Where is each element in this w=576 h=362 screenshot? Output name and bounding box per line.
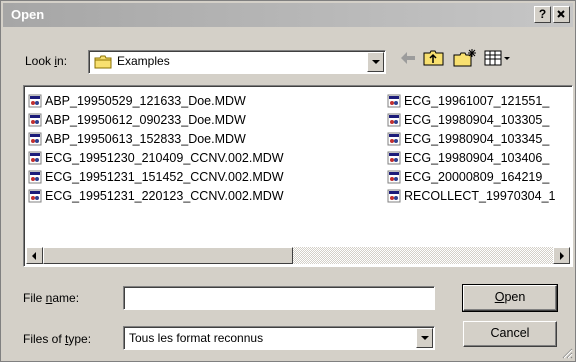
close-icon — [557, 10, 565, 18]
file-item[interactable]: RECOLLECT_19970304_1 — [387, 187, 571, 206]
file-icon — [387, 151, 401, 165]
chevron-down-icon — [372, 60, 380, 64]
file-icon — [387, 189, 401, 203]
help-button[interactable]: ? — [534, 6, 551, 23]
file-item[interactable]: ECG_19980904_103305_ — [387, 111, 571, 130]
file-icon — [28, 170, 42, 184]
file-icon — [387, 132, 401, 146]
file-icon — [28, 151, 42, 165]
files-of-type-label: Files of type: — [23, 332, 92, 346]
folder-icon — [94, 55, 112, 69]
file-item[interactable]: ECG_19961007_121551_ — [387, 92, 571, 111]
files-of-type-dropdown-button[interactable] — [416, 328, 433, 348]
file-name-input[interactable] — [123, 286, 435, 310]
file-icon — [28, 113, 42, 127]
view-menu-icon[interactable] — [484, 48, 512, 68]
file-icon — [387, 94, 401, 108]
up-folder-icon[interactable] — [423, 48, 445, 68]
scrollbar-thumb[interactable] — [43, 247, 293, 264]
file-item[interactable]: ECG_20000809_164219_ — [387, 168, 571, 187]
look-in-dropdown[interactable]: Examples — [88, 50, 386, 74]
look-in-label: Look in: — [25, 54, 68, 68]
file-icon — [387, 113, 401, 127]
back-arrow-icon[interactable] — [399, 48, 417, 68]
file-icon — [28, 132, 42, 146]
file-name-label: File name: — [23, 291, 80, 305]
open-dialog: Open ? Look in: Examples ABP_19950529_12… — [0, 0, 576, 362]
file-icon — [28, 94, 42, 108]
scroll-right-button[interactable] — [553, 247, 570, 264]
file-item[interactable]: ECG_19980904_103345_ — [387, 130, 571, 149]
dialog-title: Open — [11, 7, 45, 22]
look-in-value: Examples — [117, 54, 170, 68]
cancel-button[interactable]: Cancel — [463, 321, 557, 347]
arrow-left-icon — [32, 252, 36, 260]
files-of-type-value: Tous les format reconnus — [129, 331, 264, 345]
new-folder-icon[interactable] — [453, 48, 477, 68]
file-icon — [28, 189, 42, 203]
file-list[interactable]: ABP_19950529_121633_Doe.MDW ABP_19950612… — [23, 85, 573, 267]
file-item[interactable]: ECG_19980904_103406_ — [387, 149, 571, 168]
arrow-right-icon — [560, 252, 564, 260]
file-list-column-2: ECG_19961007_121551_ ECG_19980904_103305… — [387, 92, 571, 206]
horizontal-scrollbar[interactable] — [26, 247, 570, 264]
scroll-left-button[interactable] — [26, 247, 43, 264]
chevron-down-icon — [421, 336, 429, 340]
file-icon — [387, 170, 401, 184]
files-of-type-dropdown[interactable]: Tous les format reconnus — [123, 326, 435, 350]
title-bar[interactable]: Open ? — [3, 3, 573, 27]
resize-grip-icon[interactable] — [561, 347, 573, 359]
close-button[interactable] — [553, 6, 570, 23]
look-in-dropdown-button[interactable] — [367, 52, 384, 72]
open-button[interactable]: Open — [462, 284, 558, 312]
